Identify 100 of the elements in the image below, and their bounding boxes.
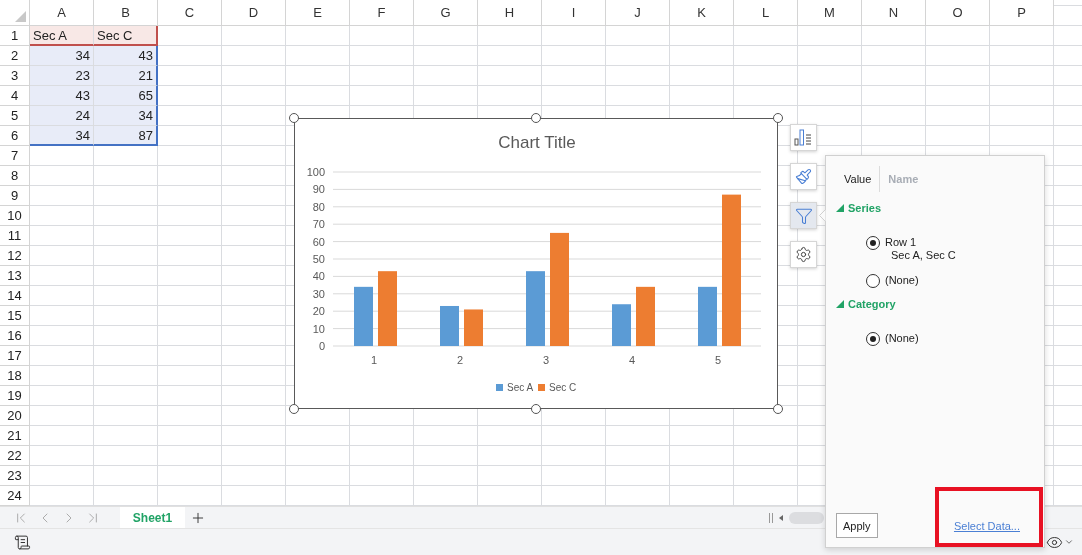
axis-label: 60: [312, 235, 325, 248]
column-header[interactable]: B: [94, 0, 158, 26]
column-header[interactable]: E: [286, 0, 350, 26]
column-header[interactable]: I: [542, 0, 606, 26]
column-header[interactable]: G: [414, 0, 478, 26]
chart-tool-button[interactable]: [790, 163, 817, 190]
row-header[interactable]: 14: [0, 286, 30, 306]
resize-handle[interactable]: [531, 404, 541, 414]
column-header[interactable]: M: [798, 0, 862, 26]
row-header[interactable]: 22: [0, 446, 30, 466]
axis-label: 2: [456, 354, 464, 366]
row-header[interactable]: 7: [0, 146, 30, 166]
column-header[interactable]: F: [350, 0, 414, 26]
column-header[interactable]: N: [862, 0, 926, 26]
row-header[interactable]: 1: [0, 26, 30, 46]
resize-handle[interactable]: [289, 404, 299, 414]
chart-area[interactable]: Chart Title 0 10 20 30 40 50 60 70 80 90 100 1 2 3 4 5 Sec A Sec C: [294, 118, 778, 409]
row-header[interactable]: 17: [0, 346, 30, 366]
splitter-icon[interactable]: [769, 512, 773, 523]
row-header[interactable]: 5: [0, 106, 30, 126]
row-header[interactable]: 19: [0, 386, 30, 406]
section-title: Category: [848, 298, 896, 310]
column-header[interactable]: L: [734, 0, 798, 26]
chart-tool-button[interactable]: [790, 124, 817, 151]
scroll-icon[interactable]: [14, 533, 31, 551]
row-header[interactable]: 24: [0, 486, 30, 506]
column-header[interactable]: D: [222, 0, 286, 26]
column-header[interactable]: H: [478, 0, 542, 26]
resize-handle[interactable]: [773, 404, 783, 414]
axis-label: 90: [312, 183, 325, 196]
expand-triangle-icon[interactable]: [836, 300, 844, 308]
row-header[interactable]: 8: [0, 166, 30, 186]
settings-icon: [795, 246, 812, 263]
row-header[interactable]: 9: [0, 186, 30, 206]
radio-button[interactable]: [866, 274, 880, 288]
row-header[interactable]: 21: [0, 426, 30, 446]
axis-label: 10: [312, 322, 325, 335]
row-header[interactable]: 11: [0, 226, 30, 246]
column-header[interactable]: K: [670, 0, 734, 26]
column-header[interactable]: P: [990, 0, 1054, 26]
row-header[interactable]: 2: [0, 46, 30, 66]
row-header[interactable]: 18: [0, 366, 30, 386]
bar: [612, 304, 631, 346]
bar: [698, 286, 717, 346]
axis-label: 1: [370, 354, 378, 366]
chart-title: Chart Title: [498, 133, 576, 152]
table-cell: 21: [94, 66, 158, 86]
column-header[interactable]: O: [926, 0, 990, 26]
row-header[interactable]: 13: [0, 266, 30, 286]
row-header[interactable]: 15: [0, 306, 30, 326]
table-cell: 34: [30, 46, 94, 66]
brush-icon: [795, 168, 812, 185]
scrollbar-thumb[interactable]: [789, 511, 824, 524]
table-cell: 87: [94, 126, 158, 146]
column-header[interactable]: A: [30, 0, 94, 26]
row-header[interactable]: 23: [0, 466, 30, 486]
table-cell: 23: [30, 66, 94, 86]
section-title: Series: [848, 202, 882, 214]
table-cell: Sec A: [30, 26, 94, 46]
option-label: (None): [885, 274, 919, 287]
option-label: (None): [885, 332, 919, 345]
axis-label: 80: [312, 200, 325, 213]
bar: [440, 306, 459, 346]
axis-label: 5: [714, 354, 722, 366]
chart-tool-button[interactable]: [790, 241, 817, 268]
select-data-link[interactable]: Select Data...: [953, 519, 1020, 532]
legend-swatch: [538, 384, 545, 391]
row-header[interactable]: 3: [0, 66, 30, 86]
radio-button[interactable]: [866, 332, 880, 346]
row-header[interactable]: 4: [0, 86, 30, 106]
resize-handle[interactable]: [773, 113, 783, 123]
column-header[interactable]: J: [606, 0, 670, 26]
scroll-left-icon[interactable]: [779, 514, 783, 521]
table-cell: 65: [94, 86, 158, 106]
axis-label: 70: [312, 218, 325, 231]
table-cell: 24: [30, 106, 94, 126]
column-header[interactable]: C: [158, 0, 222, 26]
expand-triangle-icon[interactable]: [836, 204, 844, 212]
panel-tab[interactable]: Value: [836, 166, 880, 192]
row-header[interactable]: 12: [0, 246, 30, 266]
axis-label: 40: [312, 270, 325, 283]
bar: [354, 286, 373, 346]
radio-button[interactable]: [866, 236, 880, 250]
apply-button[interactable]: Apply: [836, 513, 878, 538]
axis-label: 30: [312, 287, 325, 300]
resize-handle[interactable]: [531, 113, 541, 123]
row-header[interactable]: 10: [0, 206, 30, 226]
resize-handle[interactable]: [289, 113, 299, 123]
table-cell: 34: [94, 106, 158, 126]
row-header[interactable]: 16: [0, 326, 30, 346]
option-label: Row 1: [885, 236, 918, 249]
axis-label: 100: [306, 166, 325, 178]
row-header[interactable]: 6: [0, 126, 30, 146]
axis-label: 20: [312, 305, 325, 318]
chart-elements-icon: [794, 129, 813, 146]
row-header[interactable]: 20: [0, 406, 30, 426]
chart-tool-button[interactable]: [790, 202, 817, 229]
axis-label: 50: [312, 253, 325, 265]
caret-icon[interactable]: [1064, 537, 1074, 547]
axis-label: 0: [318, 340, 325, 352]
